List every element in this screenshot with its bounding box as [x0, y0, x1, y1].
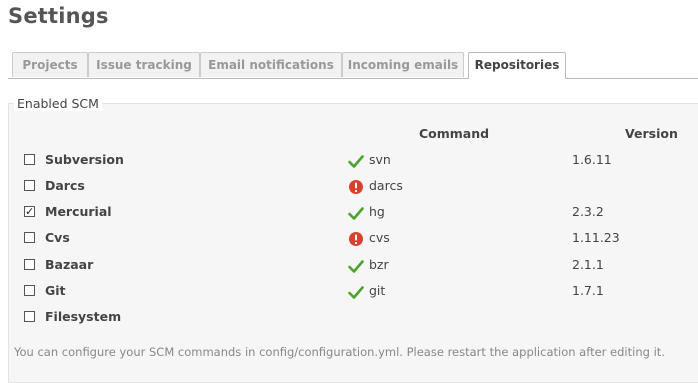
scm-checkbox-subversion[interactable] [24, 154, 35, 165]
error-icon [348, 231, 364, 247]
scm-checkbox-git[interactable] [24, 285, 35, 296]
column-header-version: Version [625, 126, 678, 141]
error-icon [348, 179, 364, 195]
configuration-note: You can configure your SCM commands in c… [14, 345, 665, 359]
scm-command: bzr [369, 257, 389, 272]
check-icon [348, 284, 364, 300]
scm-row-mercurial: ✓ Mercurial hg 2.3.2 [0, 203, 698, 223]
scm-name: Filesystem [45, 309, 122, 324]
scm-name: Subversion [45, 152, 124, 167]
scm-command: svn [369, 152, 391, 167]
fieldset-legend: Enabled SCM [14, 96, 102, 111]
column-header-command: Command [419, 126, 490, 141]
scm-checkbox-cvs[interactable] [24, 232, 35, 243]
scm-row-bazaar: Bazaar bzr 2.1.1 [0, 256, 698, 276]
scm-command: cvs [369, 230, 390, 245]
scm-version: 1.11.23 [572, 230, 620, 245]
scm-checkbox-bazaar[interactable] [24, 259, 35, 270]
tab-projects[interactable]: Projects [12, 52, 88, 77]
scm-version: 1.6.11 [572, 152, 612, 167]
check-icon [348, 258, 364, 274]
check-icon [348, 153, 364, 169]
scm-row-darcs: Darcs darcs [0, 177, 698, 197]
scm-command: hg [369, 204, 385, 219]
scm-checkbox-mercurial[interactable]: ✓ [24, 206, 35, 217]
scm-version: 2.3.2 [572, 204, 604, 219]
scm-name: Darcs [45, 178, 85, 193]
scm-version: 2.1.1 [572, 257, 604, 272]
settings-tabs: Projects Issue tracking Email notificati… [8, 52, 698, 79]
tab-repositories[interactable]: Repositories [468, 52, 566, 79]
scm-command: git [369, 283, 386, 298]
scm-row-git: Git git 1.7.1 [0, 282, 698, 302]
scm-version: 1.7.1 [572, 283, 604, 298]
scm-name: Git [45, 283, 66, 298]
tab-issue-tracking[interactable]: Issue tracking [88, 52, 200, 77]
tab-incoming-emails[interactable]: Incoming emails [342, 52, 464, 77]
scm-command: darcs [369, 178, 403, 193]
check-icon [348, 205, 364, 221]
scm-checkbox-filesystem[interactable] [24, 311, 35, 322]
scm-row-subversion: Subversion svn 1.6.11 [0, 151, 698, 171]
scm-row-cvs: Cvs cvs 1.11.23 [0, 229, 698, 249]
page-title: Settings [8, 4, 109, 28]
tab-email-notifications[interactable]: Email notifications [200, 52, 342, 77]
scm-checkbox-darcs[interactable] [24, 180, 35, 191]
scm-row-filesystem: Filesystem [0, 308, 698, 328]
scm-name: Mercurial [45, 204, 112, 219]
scm-name: Cvs [45, 230, 70, 245]
scm-name: Bazaar [45, 257, 94, 272]
